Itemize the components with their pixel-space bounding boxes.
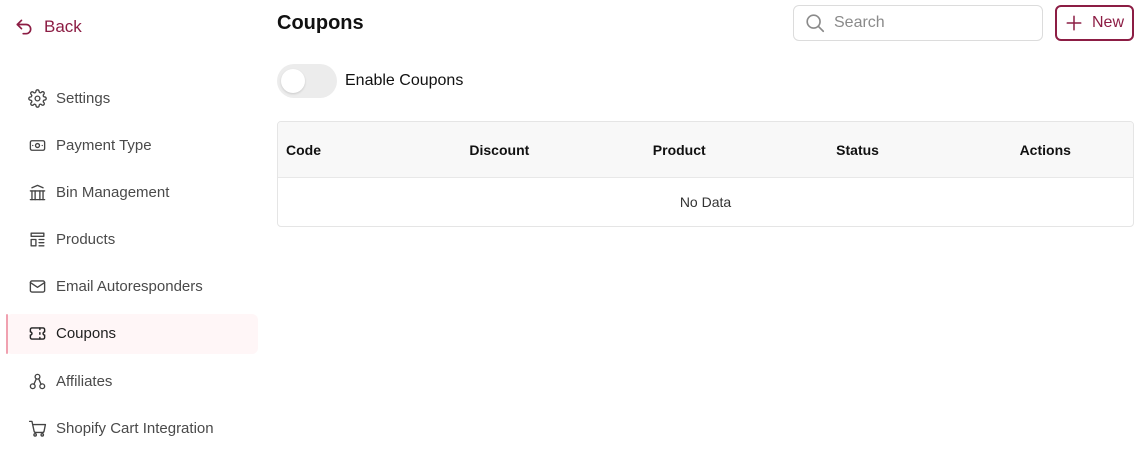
column-header-code[interactable]: Code [278,142,461,158]
sidebar-item-label: Settings [56,89,111,107]
main-content: Coupons New Enable Coupons Code Discount… [277,0,1134,452]
enable-coupons-row: Enable Coupons [277,64,463,98]
new-button-label: New [1091,14,1124,31]
page-title: Coupons [277,12,364,34]
new-coupon-button[interactable]: New [1055,5,1134,41]
sidebar-item-label: Payment Type [56,136,152,154]
sitemap-icon [29,373,46,389]
column-header-discount[interactable]: Discount [461,142,644,158]
sidebar-item-bin-management[interactable]: Bin Management [6,172,258,212]
column-header-product[interactable]: Product [645,142,828,158]
sidebar-item-settings[interactable]: Settings [6,78,258,118]
sidebar-item-shopify-cart-integration[interactable]: Shopify Cart Integration [6,408,258,448]
gear-icon [28,88,47,108]
sidebar-item-label: Coupons [56,325,117,343]
coupons-table: Code Discount Product Status Actions No … [277,121,1134,227]
back-arrow-icon [16,19,32,35]
sidebar-item-coupons[interactable]: Coupons [6,313,258,354]
sidebar: Back Settings Payment Type Bin Managemen… [0,0,260,452]
layout-list-icon [30,232,45,247]
toggle-knob [281,69,305,93]
ticket-icon [29,327,46,341]
sidebar-item-label: Email Autoresponders [56,278,203,296]
sidebar-item-label: Affiliates [56,372,113,390]
sidebar-item-label: Products [56,231,116,249]
sidebar-item-label: Bin Management [56,183,170,201]
sidebar-item-label: Shopify Cart Integration [56,419,214,437]
column-header-actions: Actions [1019,141,1071,158]
column-header-status[interactable]: Status [828,142,1011,158]
cash-icon [29,139,46,151]
search-icon [806,14,825,33]
search-box[interactable] [793,5,1043,41]
mail-icon [29,280,46,293]
sidebar-item-email-autoresponders[interactable]: Email Autoresponders [6,267,258,307]
sidebar-item-affiliates[interactable]: Affiliates [6,361,258,401]
sidebar-item-products[interactable]: Products [6,220,258,260]
cart-icon [28,420,47,437]
empty-state: No Data [679,194,732,210]
back-button[interactable]: Back [14,14,82,40]
bank-icon [29,184,46,201]
back-label: Back [44,17,82,36]
plus-icon [1066,15,1082,31]
table-header: Code Discount Product Status Actions [278,122,1133,178]
enable-coupons-toggle[interactable] [277,64,337,98]
sidebar-nav: Settings Payment Type Bin Management Pro… [6,78,258,452]
sidebar-item-payment-type[interactable]: Payment Type [6,125,258,165]
enable-coupons-label: Enable Coupons [345,72,464,89]
search-input[interactable] [834,14,1024,32]
